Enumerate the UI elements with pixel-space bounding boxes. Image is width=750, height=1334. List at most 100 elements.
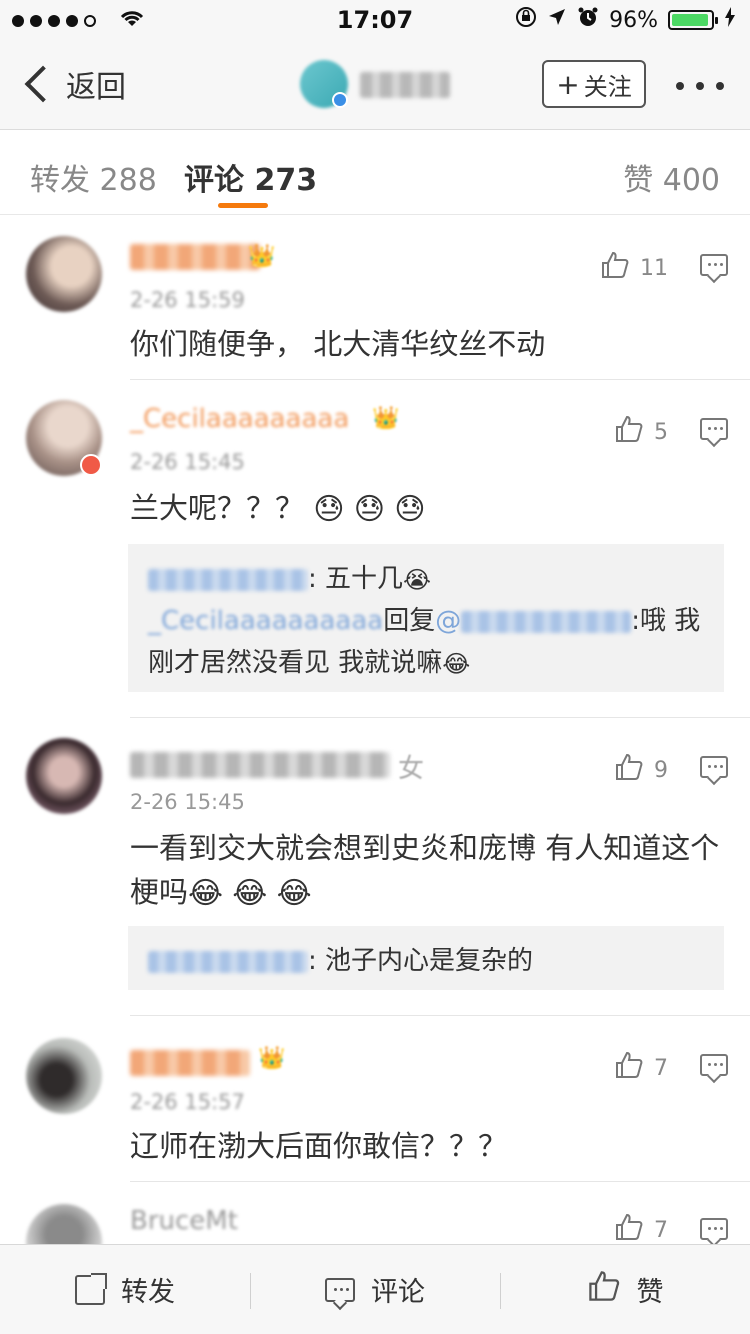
reply-box[interactable]: : 五十几😭 _Cecilaaaaaaaaaa回复@:哦 我刚才居然没看见 我就…: [128, 544, 724, 692]
like-post-button[interactable]: 赞: [500, 1245, 750, 1334]
reply-box[interactable]: : 池子内心是复杂的: [128, 926, 724, 990]
like-button[interactable]: 7: [614, 1212, 668, 1244]
follow-button[interactable]: + 关注: [542, 60, 646, 108]
thumbs-up-icon: [614, 414, 644, 450]
forward-label: 转发: [121, 1277, 175, 1308]
back-label: 返回: [66, 70, 126, 105]
like-button[interactable]: 7: [614, 1050, 668, 1086]
reply-comment-icon[interactable]: [700, 1054, 728, 1076]
tab-comment[interactable]: 评论 273: [184, 155, 317, 199]
thumbs-up-icon: [614, 752, 644, 788]
like-button[interactable]: 11: [600, 250, 668, 286]
thumbs-up-icon: [587, 1269, 621, 1310]
comment-time: 2-26 15:45: [130, 790, 245, 814]
comment-time: 2-26 15:57: [130, 1090, 245, 1114]
member-crown-icon: 👑: [372, 406, 400, 431]
orientation-lock-icon: [515, 6, 537, 34]
forward-button[interactable]: 转发: [0, 1245, 250, 1334]
commenter-name-blurred[interactable]: [130, 244, 260, 270]
commenter-name-suffix: 女: [398, 754, 425, 784]
like-button[interactable]: 9: [614, 752, 668, 788]
comment-item: BruceMt 7: [0, 1182, 750, 1244]
battery-icon: [668, 10, 718, 30]
more-dot-icon: [676, 82, 684, 90]
weibo-comment-page: 17:07 96% 返回 + 关注 转发 288 评论 273 赞 400 👑 …: [0, 0, 750, 1334]
laughing-emoji-icon: 😂: [188, 876, 224, 911]
tab-forward[interactable]: 转发 288: [30, 155, 157, 199]
thumbs-up-icon: [614, 1212, 644, 1244]
more-options-button[interactable]: [676, 82, 724, 90]
comment-item: 👑 2-26 15:57 辽师在渤大后面你敢信？？？ 7: [0, 1016, 750, 1182]
commenter-name-blurred[interactable]: [130, 752, 390, 778]
like-count: 11: [640, 255, 668, 281]
commenter-name[interactable]: _Cecilaaaaaaaaa: [130, 404, 349, 434]
laughing-emoji-icon: 😂: [232, 876, 268, 911]
back-button[interactable]: 返回: [20, 62, 126, 106]
like-count: 9: [654, 757, 668, 783]
commenter-avatar[interactable]: [26, 738, 102, 814]
reply-mention[interactable]: @: [435, 606, 461, 636]
chevron-left-icon: [24, 65, 62, 103]
thumbs-up-icon: [600, 250, 630, 286]
reply-comment-icon[interactable]: [700, 756, 728, 778]
commenter-avatar[interactable]: [26, 236, 102, 312]
bottom-action-bar: 转发 评论 赞: [0, 1244, 750, 1334]
reply-text: : 五十几: [308, 564, 404, 594]
share-icon: [75, 1272, 107, 1305]
sweat-emoji-icon: 😓: [313, 492, 345, 527]
reply-item: _Cecilaaaaaaaaaa回复@:哦 我刚才居然没看见 我就说嘛😂: [148, 600, 704, 684]
thumbs-up-icon: [614, 1050, 644, 1086]
commenter-name-blurred[interactable]: [130, 1050, 250, 1076]
mentioned-user-blurred[interactable]: [461, 610, 632, 633]
sweat-emoji-icon: 😓: [394, 492, 426, 527]
location-arrow-icon: [547, 7, 567, 33]
reply-comment-icon[interactable]: [700, 418, 728, 440]
tab-like[interactable]: 赞 400: [623, 155, 720, 199]
comment-item: 女 2-26 15:45 一看到交大就会想到史炎和庞博 有人知道这个梗吗😂 😂 …: [0, 718, 750, 1016]
reply-author[interactable]: _Cecilaaaaaaaaaa: [148, 606, 383, 636]
comment-text: 你们随便争， 北大清华纹丝不动: [130, 327, 546, 361]
like-count: 7: [654, 1055, 668, 1081]
laughing-emoji-icon: 😂: [276, 876, 312, 911]
member-crown-icon: 👑: [258, 1046, 286, 1071]
member-crown-icon: 👑: [248, 244, 276, 269]
like-count: 7: [654, 1217, 668, 1243]
tab-bar: 转发 288 评论 273 赞 400: [0, 131, 750, 215]
commenter-avatar[interactable]: [26, 1204, 102, 1244]
comment-item: 👑 2-26 15:59 你们随便争， 北大清华纹丝不动 11: [0, 216, 750, 380]
reply-text: : 池子内心是复杂的: [308, 946, 534, 976]
alarm-icon: [577, 6, 599, 34]
active-tab-indicator: [218, 203, 268, 208]
reply-author-blurred[interactable]: [148, 950, 308, 973]
reply-word: 回复: [383, 606, 436, 636]
commenter-name[interactable]: BruceMt: [130, 1206, 238, 1236]
author-name-blurred[interactable]: [360, 72, 450, 98]
battery-percent: 96%: [609, 7, 658, 33]
status-bar: 17:07 96%: [0, 0, 750, 40]
comment-text-line: 兰大呢？？？ 😓 😓 😓: [130, 486, 720, 530]
comment-item: _Cecilaaaaaaaaa 👑 2-26 15:45 兰大呢？？？ 😓 😓 …: [0, 380, 750, 718]
plus-icon: +: [556, 67, 580, 101]
reply-comment-icon[interactable]: [700, 254, 728, 276]
like-label: 赞: [636, 1277, 664, 1308]
reply-item: : 五十几😭: [148, 558, 704, 600]
comment-time: 2-26 15:59: [130, 288, 245, 312]
laughing-emoji-icon: 😂: [442, 649, 471, 678]
red-badge-icon: [80, 454, 102, 476]
comment-text: 辽师在渤大后面你敢信？？？: [130, 1129, 508, 1163]
comment-text-line: 一看到交大就会想到史炎和庞博 有人知道这个梗吗😂 😂 😂: [130, 826, 720, 914]
verified-badge-icon: [332, 92, 348, 108]
follow-label: 关注: [583, 72, 632, 101]
reply-comment-icon[interactable]: [700, 1218, 728, 1240]
like-button[interactable]: 5: [614, 414, 668, 450]
comment-icon: [325, 1277, 355, 1302]
reply-author-blurred[interactable]: [148, 568, 308, 591]
navigation-bar: 返回 + 关注: [0, 40, 750, 130]
crying-emoji-icon: 😭: [403, 565, 432, 594]
comment-time: 2-26 15:45: [130, 450, 245, 474]
commenter-avatar[interactable]: [26, 1038, 102, 1114]
like-count: 5: [654, 419, 668, 445]
comment-text: 兰大呢？？？: [130, 491, 305, 525]
comment-button[interactable]: 评论: [250, 1245, 500, 1334]
charging-icon: [724, 7, 736, 33]
